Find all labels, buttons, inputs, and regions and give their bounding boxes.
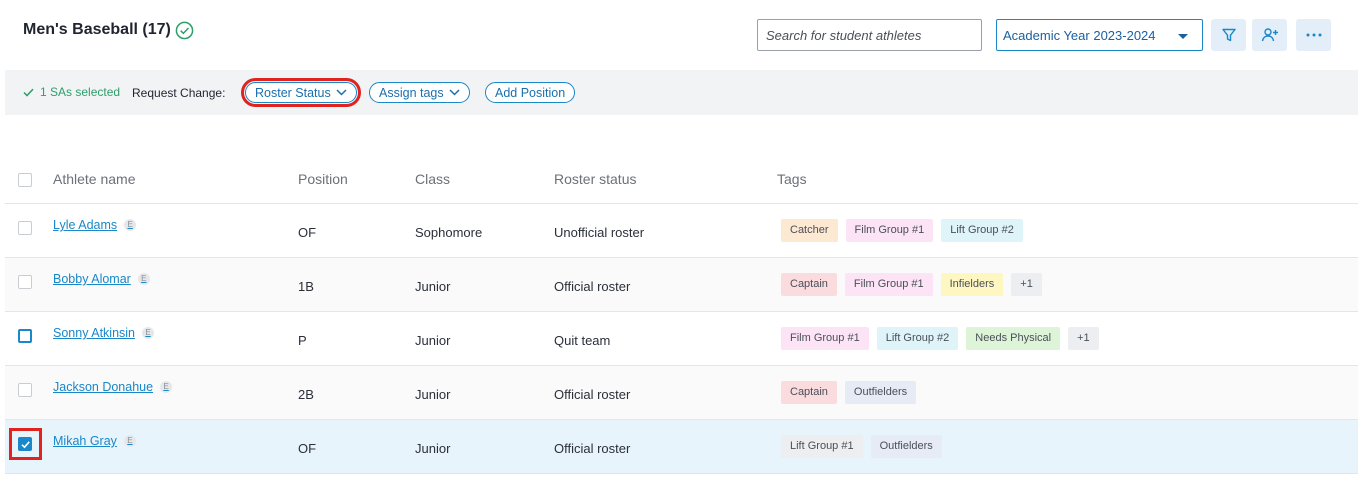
row-checkbox[interactable] xyxy=(18,221,32,235)
caret-down-icon xyxy=(1178,34,1188,39)
row-checkbox[interactable] xyxy=(18,437,32,451)
assign-tags-label: Assign tags xyxy=(379,85,444,100)
check-icon xyxy=(23,88,34,97)
tags-cell: Lift Group #1 Outfielders xyxy=(781,435,942,458)
selected-count-label: 1 SAs selected xyxy=(40,85,121,99)
add-position-button[interactable]: Add Position xyxy=(485,82,576,103)
athlete-name-link[interactable]: Sonny Atkinsin E xyxy=(53,326,154,340)
row-checkbox[interactable] xyxy=(18,383,32,397)
eligibility-badge: E xyxy=(137,273,150,285)
column-position[interactable]: Position xyxy=(298,171,348,187)
more-horizontal-icon xyxy=(1306,33,1321,37)
filter-icon xyxy=(1221,28,1236,42)
more-options-button[interactable] xyxy=(1296,19,1331,51)
position-cell: 1B xyxy=(298,279,314,294)
selected-count: 1 SAs selected xyxy=(23,85,120,99)
athlete-name-link[interactable]: Mikah Gray E xyxy=(53,434,136,448)
academic-year-select[interactable]: Academic Year 2023-2024 xyxy=(996,19,1203,51)
athlete-name-link[interactable]: Lyle Adams E xyxy=(53,218,137,232)
table-row[interactable]: Sonny Atkinsin E P Junior Quit team Film… xyxy=(5,312,1358,366)
class-cell: Junior xyxy=(415,387,451,402)
class-cell: Junior xyxy=(415,333,451,348)
column-roster-status[interactable]: Roster status xyxy=(554,171,636,187)
athlete-name[interactable]: Jackson Donahue xyxy=(53,380,153,394)
roster-status-dropdown[interactable]: Roster Status xyxy=(241,78,361,107)
class-cell: Junior xyxy=(415,441,451,456)
select-all-checkbox[interactable] xyxy=(18,173,32,187)
column-tags: Tags xyxy=(777,171,807,187)
athlete-name[interactable]: Mikah Gray xyxy=(53,434,117,448)
more-tags-badge[interactable]: +1 xyxy=(1011,273,1042,296)
row-checkbox[interactable] xyxy=(18,275,32,289)
assign-tags-dropdown[interactable]: Assign tags xyxy=(369,82,470,103)
table-header: Athlete name Position Class Roster statu… xyxy=(5,150,1358,204)
tags-cell: Captain Outfielders xyxy=(781,381,917,404)
position-cell: OF xyxy=(298,441,317,456)
tag-badge: Lift Group #1 xyxy=(781,435,863,458)
tags-cell: Catcher Film Group #1 Lift Group #2 xyxy=(781,219,1023,242)
eligibility-badge: E xyxy=(160,381,173,393)
position-cell: P xyxy=(298,333,307,348)
team-title: Men's Baseball (17) xyxy=(23,21,171,38)
add-user-button[interactable] xyxy=(1252,19,1287,51)
roster-status-cell: Official roster xyxy=(554,441,631,456)
add-user-icon xyxy=(1261,28,1278,42)
athlete-name-link[interactable]: Jackson Donahue E xyxy=(53,380,173,394)
class-cell: Sophomore xyxy=(415,225,483,240)
athlete-name-link[interactable]: Bobby Alomar E xyxy=(53,272,150,286)
athlete-name[interactable]: Sonny Atkinsin xyxy=(53,326,135,340)
tags-cell: Captain Film Group #1 Infielders +1 xyxy=(781,273,1042,296)
verified-check-icon xyxy=(175,21,194,40)
search-box[interactable] xyxy=(757,19,982,51)
position-cell: OF xyxy=(298,225,317,240)
table-row[interactable]: Lyle Adams E OF Sophomore Unofficial ros… xyxy=(5,204,1358,258)
roster-status-cell: Official roster xyxy=(554,387,631,402)
tag-badge: Lift Group #2 xyxy=(941,219,1023,242)
tag-badge: Needs Physical xyxy=(966,327,1061,350)
roster-status-cell: Quit team xyxy=(554,333,611,348)
row-checkbox[interactable] xyxy=(18,329,32,343)
class-cell: Junior xyxy=(415,279,451,294)
filter-button[interactable] xyxy=(1211,19,1246,51)
tag-badge: Catcher xyxy=(781,219,838,242)
position-cell: 2B xyxy=(298,387,314,402)
add-position-label: Add Position xyxy=(495,85,566,100)
table-row[interactable]: Jackson Donahue E 2B Junior Official ros… xyxy=(5,366,1358,420)
search-input[interactable] xyxy=(758,20,981,50)
eligibility-badge: E xyxy=(142,327,154,339)
athlete-name[interactable]: Lyle Adams xyxy=(53,218,117,232)
roster-status-label: Roster Status xyxy=(255,85,331,100)
tag-badge: Outfielders xyxy=(870,435,942,458)
selection-action-bar: 1 SAs selected Request Change: Roster St… xyxy=(5,70,1358,115)
tag-badge: Captain xyxy=(781,273,837,296)
table-row[interactable]: Bobby Alomar E 1B Junior Official roster… xyxy=(5,258,1358,312)
chevron-down-icon xyxy=(449,89,460,96)
eligibility-badge: E xyxy=(123,435,136,447)
column-class[interactable]: Class xyxy=(415,171,450,187)
tag-badge: Film Group #1 xyxy=(845,219,934,242)
roster-status-cell: Official roster xyxy=(554,279,631,294)
more-tags-badge[interactable]: +1 xyxy=(1068,327,1099,350)
eligibility-badge: E xyxy=(124,219,137,231)
tag-badge: Captain xyxy=(781,381,837,404)
chevron-down-icon xyxy=(336,89,347,96)
athlete-name[interactable]: Bobby Alomar xyxy=(53,272,131,286)
checkmark-icon xyxy=(21,441,30,449)
table-row[interactable]: Mikah Gray E OF Junior Official roster L… xyxy=(5,420,1358,474)
roster-status-cell: Unofficial roster xyxy=(554,225,645,240)
tag-badge: Infielders xyxy=(940,273,1004,296)
tag-badge: Film Group #1 xyxy=(781,327,869,350)
page-header: Men's Baseball (17) Academic Year 2023-2… xyxy=(0,0,1371,70)
tags-cell: Film Group #1 Lift Group #2 Needs Physic… xyxy=(781,327,1099,350)
tag-badge: Film Group #1 xyxy=(844,273,933,296)
request-change-label: Request Change: xyxy=(132,86,226,100)
column-athlete-name[interactable]: Athlete name xyxy=(53,171,136,187)
tag-badge: Outfielders xyxy=(844,381,917,404)
tag-badge: Lift Group #2 xyxy=(876,327,959,350)
academic-year-value: Academic Year 2023-2024 xyxy=(1003,27,1156,43)
